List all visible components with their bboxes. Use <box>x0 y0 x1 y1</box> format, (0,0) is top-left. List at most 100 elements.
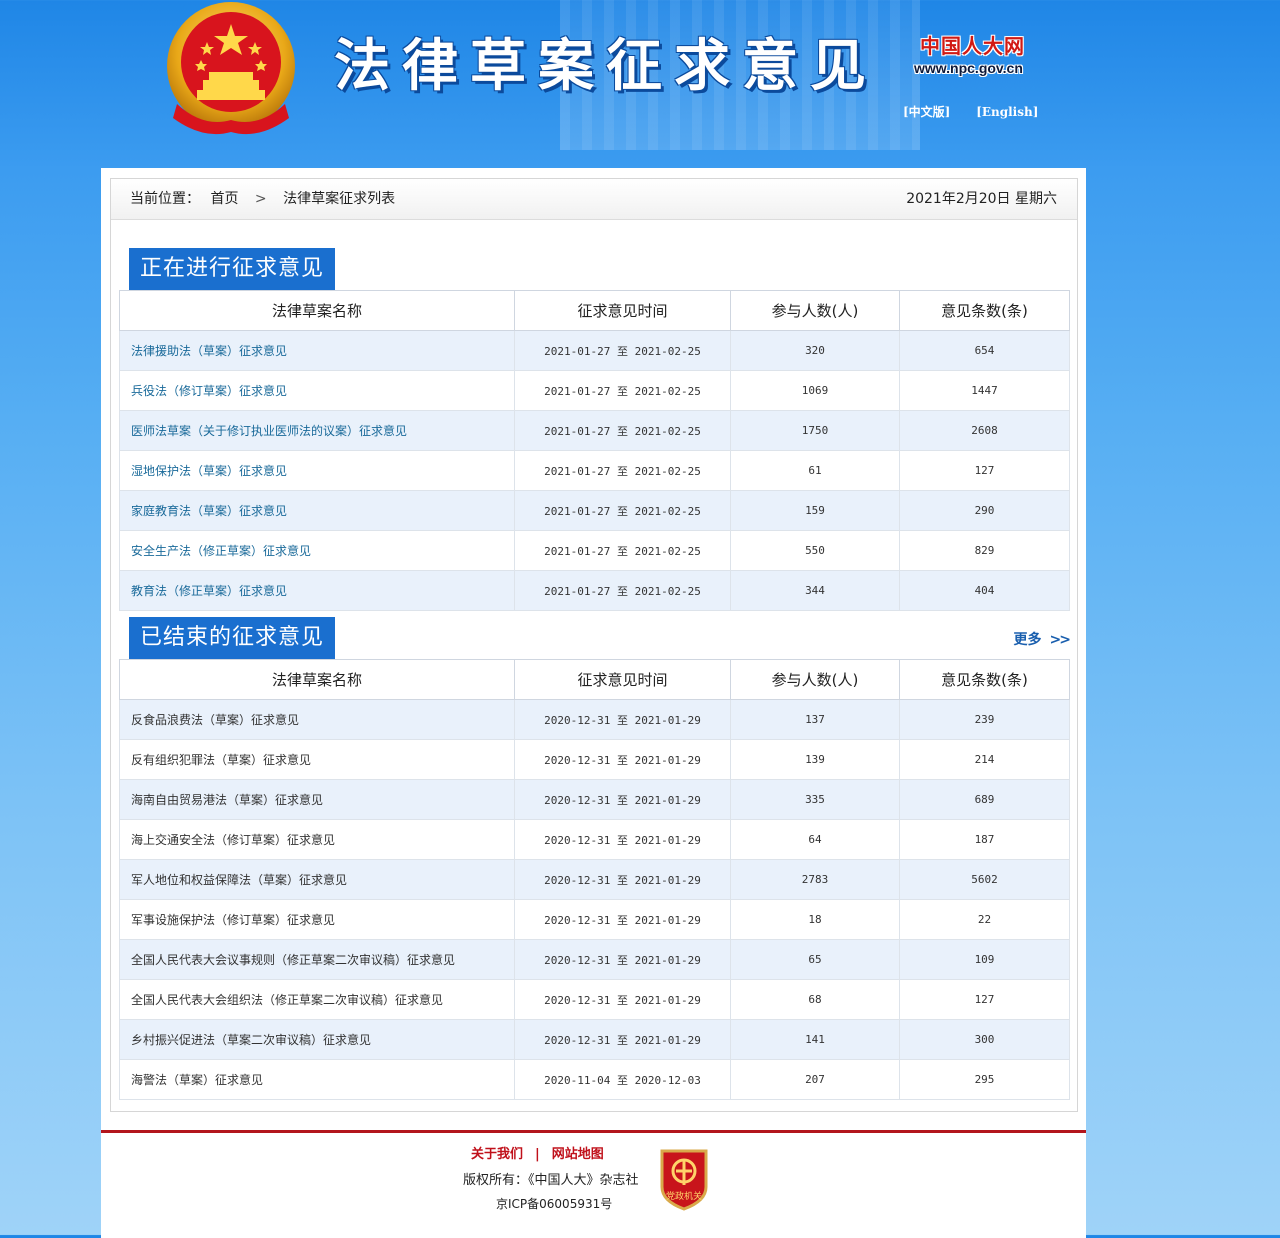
opinions-cell: 214 <box>899 739 1070 780</box>
closed-drafts-table: 法律草案名称 征求意见时间 参与人数(人) 意见条数(条) 反食品浪费法（草案）… <box>119 659 1070 1100</box>
period-cell: 2021-01-27 至 2021-02-25 <box>514 450 731 491</box>
draft-title-link[interactable]: 海南自由贸易港法（草案）征求意见 <box>131 793 323 807</box>
table-row: 海上交通安全法（修订草案）征求意见 2020-12-31 至 2021-01-29… <box>119 819 1070 860</box>
draft-name-cell: 海警法（草案）征求意见 <box>119 1059 515 1100</box>
closed-table-body: 反食品浪费法（草案）征求意见 2020-12-31 至 2021-01-29 137… <box>119 699 1070 1100</box>
column-header-participants: 参与人数(人) <box>730 659 900 700</box>
opinions-cell: 22 <box>899 899 1070 940</box>
period-cell: 2020-12-31 至 2021-01-29 <box>514 939 731 980</box>
opinions-cell: 300 <box>899 1019 1070 1060</box>
opinions-cell: 187 <box>899 819 1070 860</box>
draft-title-link[interactable]: 兵役法（修订草案）征求意见 <box>131 384 287 398</box>
active-table-body: 法律援助法（草案）征求意见 2021-01-27 至 2021-02-25 320 6… <box>119 330 1070 611</box>
table-row: 医师法草案（关于修订执业医师法的议案）征求意见 2021-01-27 至 2021… <box>119 410 1070 451</box>
participants-cell: 344 <box>730 570 900 611</box>
participants-cell: 65 <box>730 939 900 980</box>
draft-title-link[interactable]: 反有组织犯罪法（草案）征求意见 <box>131 753 311 767</box>
breadcrumb-prefix: 当前位置： <box>130 191 200 207</box>
draft-title-link[interactable]: 安全生产法（修正草案）征求意见 <box>131 544 311 558</box>
language-switcher: [中文版] [English] <box>903 103 1060 120</box>
table-row: 安全生产法（修正草案）征求意见 2021-01-27 至 2021-02-25 55… <box>119 530 1070 571</box>
breadcrumb-bar: 当前位置： 首页 > 法律草案征求列表 2021年2月20日 星期六 <box>111 179 1077 220</box>
table-row: 湿地保护法（草案）征求意见 2021-01-27 至 2021-02-25 61 12… <box>119 450 1070 491</box>
period-cell: 2020-11-04 至 2020-12-03 <box>514 1059 731 1100</box>
table-row: 教育法（修正草案）征求意见 2021-01-27 至 2021-02-25 344 4… <box>119 570 1070 611</box>
content-frame: 当前位置： 首页 > 法律草案征求列表 2021年2月20日 星期六 正在进行征… <box>110 178 1078 1112</box>
active-section-title: 正在进行征求意见 <box>129 248 336 290</box>
period-cell: 2020-12-31 至 2021-01-29 <box>514 699 731 740</box>
column-header-opinions: 意见条数(条) <box>899 290 1070 331</box>
participants-cell: 18 <box>730 899 900 940</box>
participants-cell: 207 <box>730 1059 900 1100</box>
opinions-cell: 127 <box>899 450 1070 491</box>
breadcrumb-home-link[interactable]: 首页 <box>210 191 238 207</box>
table-row: 反食品浪费法（草案）征求意见 2020-12-31 至 2021-01-29 137… <box>119 699 1070 740</box>
period-cell: 2020-12-31 至 2021-01-29 <box>514 1019 731 1060</box>
column-header-name: 法律草案名称 <box>119 659 515 700</box>
npc-url[interactable]: www.npc.gov.cn <box>914 60 1023 76</box>
opinions-cell: 239 <box>899 699 1070 740</box>
draft-name-cell: 反有组织犯罪法（草案）征求意见 <box>119 739 515 780</box>
npc-logo[interactable]: 中国人大网 <box>920 30 1030 59</box>
opinions-cell: 127 <box>899 979 1070 1020</box>
draft-name-cell: 安全生产法（修正草案）征求意见 <box>119 530 515 571</box>
draft-title-link[interactable]: 家庭教育法（草案）征求意见 <box>131 504 287 518</box>
national-emblem-icon <box>163 0 299 140</box>
table-row: 反有组织犯罪法（草案）征求意见 2020-12-31 至 2021-01-29 13… <box>119 739 1070 780</box>
participants-cell: 320 <box>730 330 900 371</box>
opinions-cell: 2608 <box>899 410 1070 451</box>
site-footer: 关于我们 | 网站地图 版权所有：《中国人大》杂志社 京ICP备06005931号 … <box>101 1130 1086 1238</box>
period-cell: 2021-01-27 至 2021-02-25 <box>514 490 731 531</box>
participants-cell: 61 <box>730 450 900 491</box>
draft-title-link[interactable]: 医师法草案（关于修订执业医师法的议案）征求意见 <box>131 424 407 438</box>
english-version-link[interactable]: [English] <box>976 105 1038 119</box>
period-cell: 2021-01-27 至 2021-02-25 <box>514 530 731 571</box>
about-us-link[interactable]: 关于我们 <box>471 1147 523 1162</box>
badge-text: 党政机关 <box>666 1190 702 1202</box>
chinese-version-link[interactable]: [中文版] <box>903 105 950 119</box>
copyright-text: 版权所有：《中国人大》杂志社 <box>463 1173 639 1188</box>
table-row: 全国人民代表大会组织法（修正草案二次审议稿）征求意见 2020-12-31 至 2… <box>119 979 1070 1020</box>
table-header-row: 法律草案名称 征求意见时间 参与人数(人) 意见条数(条) <box>119 659 1070 700</box>
draft-name-cell: 海南自由贸易港法（草案）征求意见 <box>119 779 515 820</box>
more-closed-link[interactable]: 更多 >> <box>1013 629 1072 649</box>
sitemap-link[interactable]: 网站地图 <box>552 1147 604 1162</box>
draft-title-link[interactable]: 海警法（草案）征求意见 <box>131 1073 263 1087</box>
draft-title-link[interactable]: 法律援助法（草案）征求意见 <box>131 344 287 358</box>
draft-name-cell: 全国人民代表大会组织法（修正草案二次审议稿）征求意见 <box>119 979 515 1020</box>
footer-links: 关于我们 | 网站地图 <box>471 1143 604 1162</box>
opinions-cell: 295 <box>899 1059 1070 1100</box>
table-row: 海警法（草案）征求意见 2020-11-04 至 2020-12-03 207 295 <box>119 1059 1070 1100</box>
participants-cell: 335 <box>730 779 900 820</box>
table-row: 法律援助法（草案）征求意见 2021-01-27 至 2021-02-25 320 6… <box>119 330 1070 371</box>
double-chevron-right-icon: >> <box>1049 632 1072 648</box>
table-row: 乡村振兴促进法（草案二次审议稿）征求意见 2020-12-31 至 2021-01… <box>119 1019 1070 1060</box>
participants-cell: 64 <box>730 819 900 860</box>
draft-title-link[interactable]: 海上交通安全法（修订草案）征求意见 <box>131 833 335 847</box>
table-row: 全国人民代表大会议事规则（修正草案二次审议稿）征求意见 2020-12-31 至 … <box>119 939 1070 980</box>
draft-title-link[interactable]: 反食品浪费法（草案）征求意见 <box>131 713 299 727</box>
table-row: 军人地位和权益保障法（草案）征求意见 2020-12-31 至 2021-01-2… <box>119 859 1070 900</box>
draft-title-link[interactable]: 军事设施保护法（修订草案）征求意见 <box>131 913 335 927</box>
opinions-cell: 290 <box>899 490 1070 531</box>
icp-license: 京ICP备06005931号 <box>496 1197 613 1211</box>
draft-name-cell: 反食品浪费法（草案）征求意见 <box>119 699 515 740</box>
period-cell: 2020-12-31 至 2021-01-29 <box>514 899 731 940</box>
opinions-cell: 829 <box>899 530 1070 571</box>
draft-title-link[interactable]: 湿地保护法（草案）征求意见 <box>131 464 287 478</box>
period-cell: 2020-12-31 至 2021-01-29 <box>514 979 731 1020</box>
party-government-organ-badge-icon[interactable]: 党政机关 <box>656 1147 712 1211</box>
draft-title-link[interactable]: 军人地位和权益保障法（草案）征求意见 <box>131 873 347 887</box>
table-row: 家庭教育法（草案）征求意见 2021-01-27 至 2021-02-25 159 2… <box>119 490 1070 531</box>
draft-title-link[interactable]: 教育法（修正草案）征求意见 <box>131 584 287 598</box>
table-row: 军事设施保护法（修订草案）征求意见 2020-12-31 至 2021-01-29… <box>119 899 1070 940</box>
period-cell: 2020-12-31 至 2021-01-29 <box>514 819 731 860</box>
draft-title-link[interactable]: 全国人民代表大会议事规则（修正草案二次审议稿）征求意见 <box>131 953 455 967</box>
current-date: 2021年2月20日 星期六 <box>906 191 1057 207</box>
more-label: 更多 <box>1013 632 1042 648</box>
footer-divider: | <box>535 1147 540 1162</box>
participants-cell: 1069 <box>730 370 900 411</box>
draft-title-link[interactable]: 乡村振兴促进法（草案二次审议稿）征求意见 <box>131 1033 371 1047</box>
participants-cell: 137 <box>730 699 900 740</box>
draft-title-link[interactable]: 全国人民代表大会组织法（修正草案二次审议稿）征求意见 <box>131 993 443 1007</box>
